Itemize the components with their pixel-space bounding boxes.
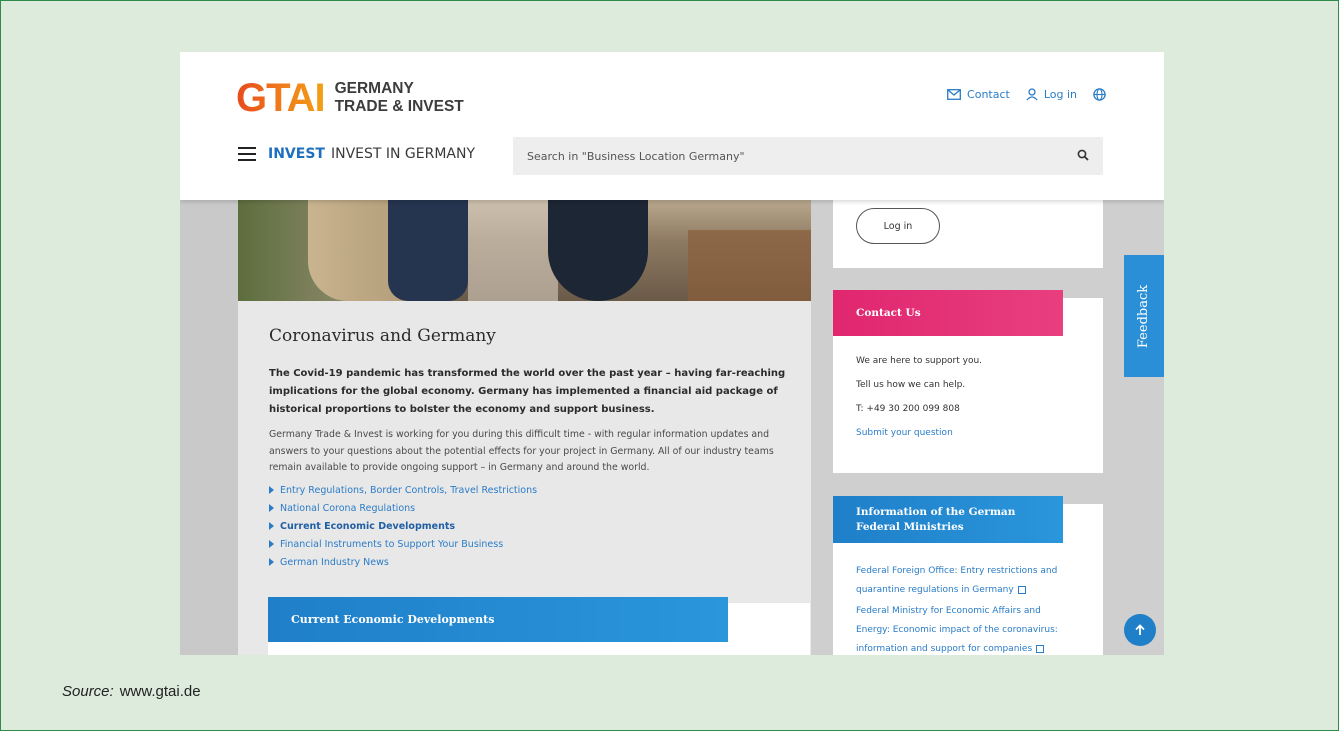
ministries-heading-line-2: Federal Ministries	[856, 520, 964, 533]
logo-line-1: GERMANY	[334, 80, 414, 97]
search-bar	[513, 137, 1103, 175]
source-caption: Source: www.gtai.de	[62, 683, 201, 700]
link-item[interactable]: Entry Regulations, Border Controls, Trav…	[269, 481, 537, 499]
login-card: Log in	[833, 200, 1103, 268]
triangle-right-icon	[269, 504, 274, 512]
economic-developments-heading: Current Economic Developments	[268, 597, 728, 642]
page-gutter	[180, 200, 238, 655]
link-text: Entry Regulations, Border Controls, Trav…	[280, 484, 538, 496]
contact-line-2: Tell us how we can help.	[856, 380, 966, 390]
feedback-label: Feedback	[1136, 284, 1152, 348]
logo-mark: GTAI	[236, 76, 326, 120]
ministries-heading-line-1: Information of the German	[856, 505, 1016, 518]
link-item[interactable]: National Corona Regulations	[269, 499, 537, 517]
hamburger-menu-icon[interactable]	[238, 147, 256, 161]
figure-frame: GTAI GERMANY TRADE & INVEST Contact Log …	[0, 0, 1339, 731]
search-input[interactable]	[527, 137, 1047, 175]
contact-details: We are here to support you. Tell us how …	[856, 356, 982, 452]
utility-nav: Contact Log in	[947, 88, 1106, 101]
login-link[interactable]: Log in	[1026, 88, 1077, 101]
login-label: Log in	[1043, 88, 1077, 101]
ministry-link-text: Federal Ministry for Economic Affairs an…	[856, 606, 1058, 654]
search-icon[interactable]	[1077, 149, 1089, 161]
logo-line-2: TRADE & INVEST	[334, 98, 464, 115]
main-menu-row: INVEST INVEST IN GERMANY	[238, 146, 475, 162]
arrow-up-icon	[1135, 624, 1145, 635]
link-item[interactable]: German Industry News	[269, 553, 537, 571]
section-subtitle: INVEST IN GERMANY	[330, 146, 476, 162]
website-screenshot: GTAI GERMANY TRADE & INVEST Contact Log …	[180, 52, 1164, 655]
ministries-heading: Information of the German Federal Minist…	[833, 496, 1063, 543]
external-link-icon	[1036, 644, 1045, 653]
external-link-icon	[1017, 585, 1026, 594]
submit-question-link[interactable]: Submit your question	[856, 428, 982, 452]
logo-wordmark: GERMANY TRADE & INVEST	[335, 80, 464, 116]
article-body: Germany Trade & Invest is working for yo…	[269, 429, 774, 473]
link-text: National Corona Regulations	[280, 502, 416, 514]
contact-line-1: We are here to support you.	[856, 356, 983, 366]
link-item[interactable]: Current Economic Developments	[269, 517, 537, 535]
link-text: Current Economic Developments	[280, 520, 456, 532]
article-section: Coronavirus and Germany The Covid-19 pan…	[238, 301, 811, 655]
login-button[interactable]: Log in	[856, 208, 940, 244]
ministry-link-text: Federal Foreign Office: Entry restrictio…	[856, 566, 1058, 595]
article-link-list: Entry Regulations, Border Controls, Trav…	[269, 481, 537, 571]
triangle-right-icon	[269, 486, 274, 494]
triangle-right-icon	[269, 540, 274, 548]
ministries-links: Federal Foreign Office: Entry restrictio…	[856, 562, 1076, 655]
contact-heading: Contact Us	[833, 290, 1063, 336]
contact-phone: T: +49 30 200 099 808	[856, 404, 960, 414]
scroll-to-top-button[interactable]	[1124, 614, 1156, 646]
mail-icon	[947, 89, 961, 100]
triangle-right-icon	[269, 558, 274, 566]
site-header: GTAI GERMANY TRADE & INVEST Contact Log …	[180, 52, 1164, 200]
source-url: www.gtai.de	[119, 683, 201, 700]
link-text: Financial Instruments to Support Your Bu…	[280, 538, 504, 550]
user-icon	[1026, 88, 1038, 101]
contact-link[interactable]: Contact	[947, 88, 1010, 101]
section-invest-label[interactable]: INVEST	[268, 146, 325, 162]
contact-label: Contact	[967, 88, 1010, 101]
article-lead: The Covid-19 pandemic has transformed th…	[269, 368, 786, 415]
feedback-tab[interactable]: Feedback	[1124, 255, 1164, 377]
ministry-link[interactable]: Federal Ministry for Economic Affairs an…	[856, 602, 1076, 655]
article-title: Coronavirus and Germany	[269, 326, 496, 346]
hero-image	[238, 200, 811, 301]
link-text: German Industry News	[280, 556, 389, 568]
globe-icon	[1093, 88, 1106, 101]
ministry-link[interactable]: Federal Foreign Office: Entry restrictio…	[856, 562, 1076, 600]
language-button[interactable]	[1093, 88, 1106, 101]
source-label: Source:	[62, 683, 114, 700]
triangle-right-icon	[269, 522, 274, 530]
gtai-logo[interactable]: GTAI GERMANY TRADE & INVEST	[236, 78, 464, 118]
link-item[interactable]: Financial Instruments to Support Your Bu…	[269, 535, 537, 553]
